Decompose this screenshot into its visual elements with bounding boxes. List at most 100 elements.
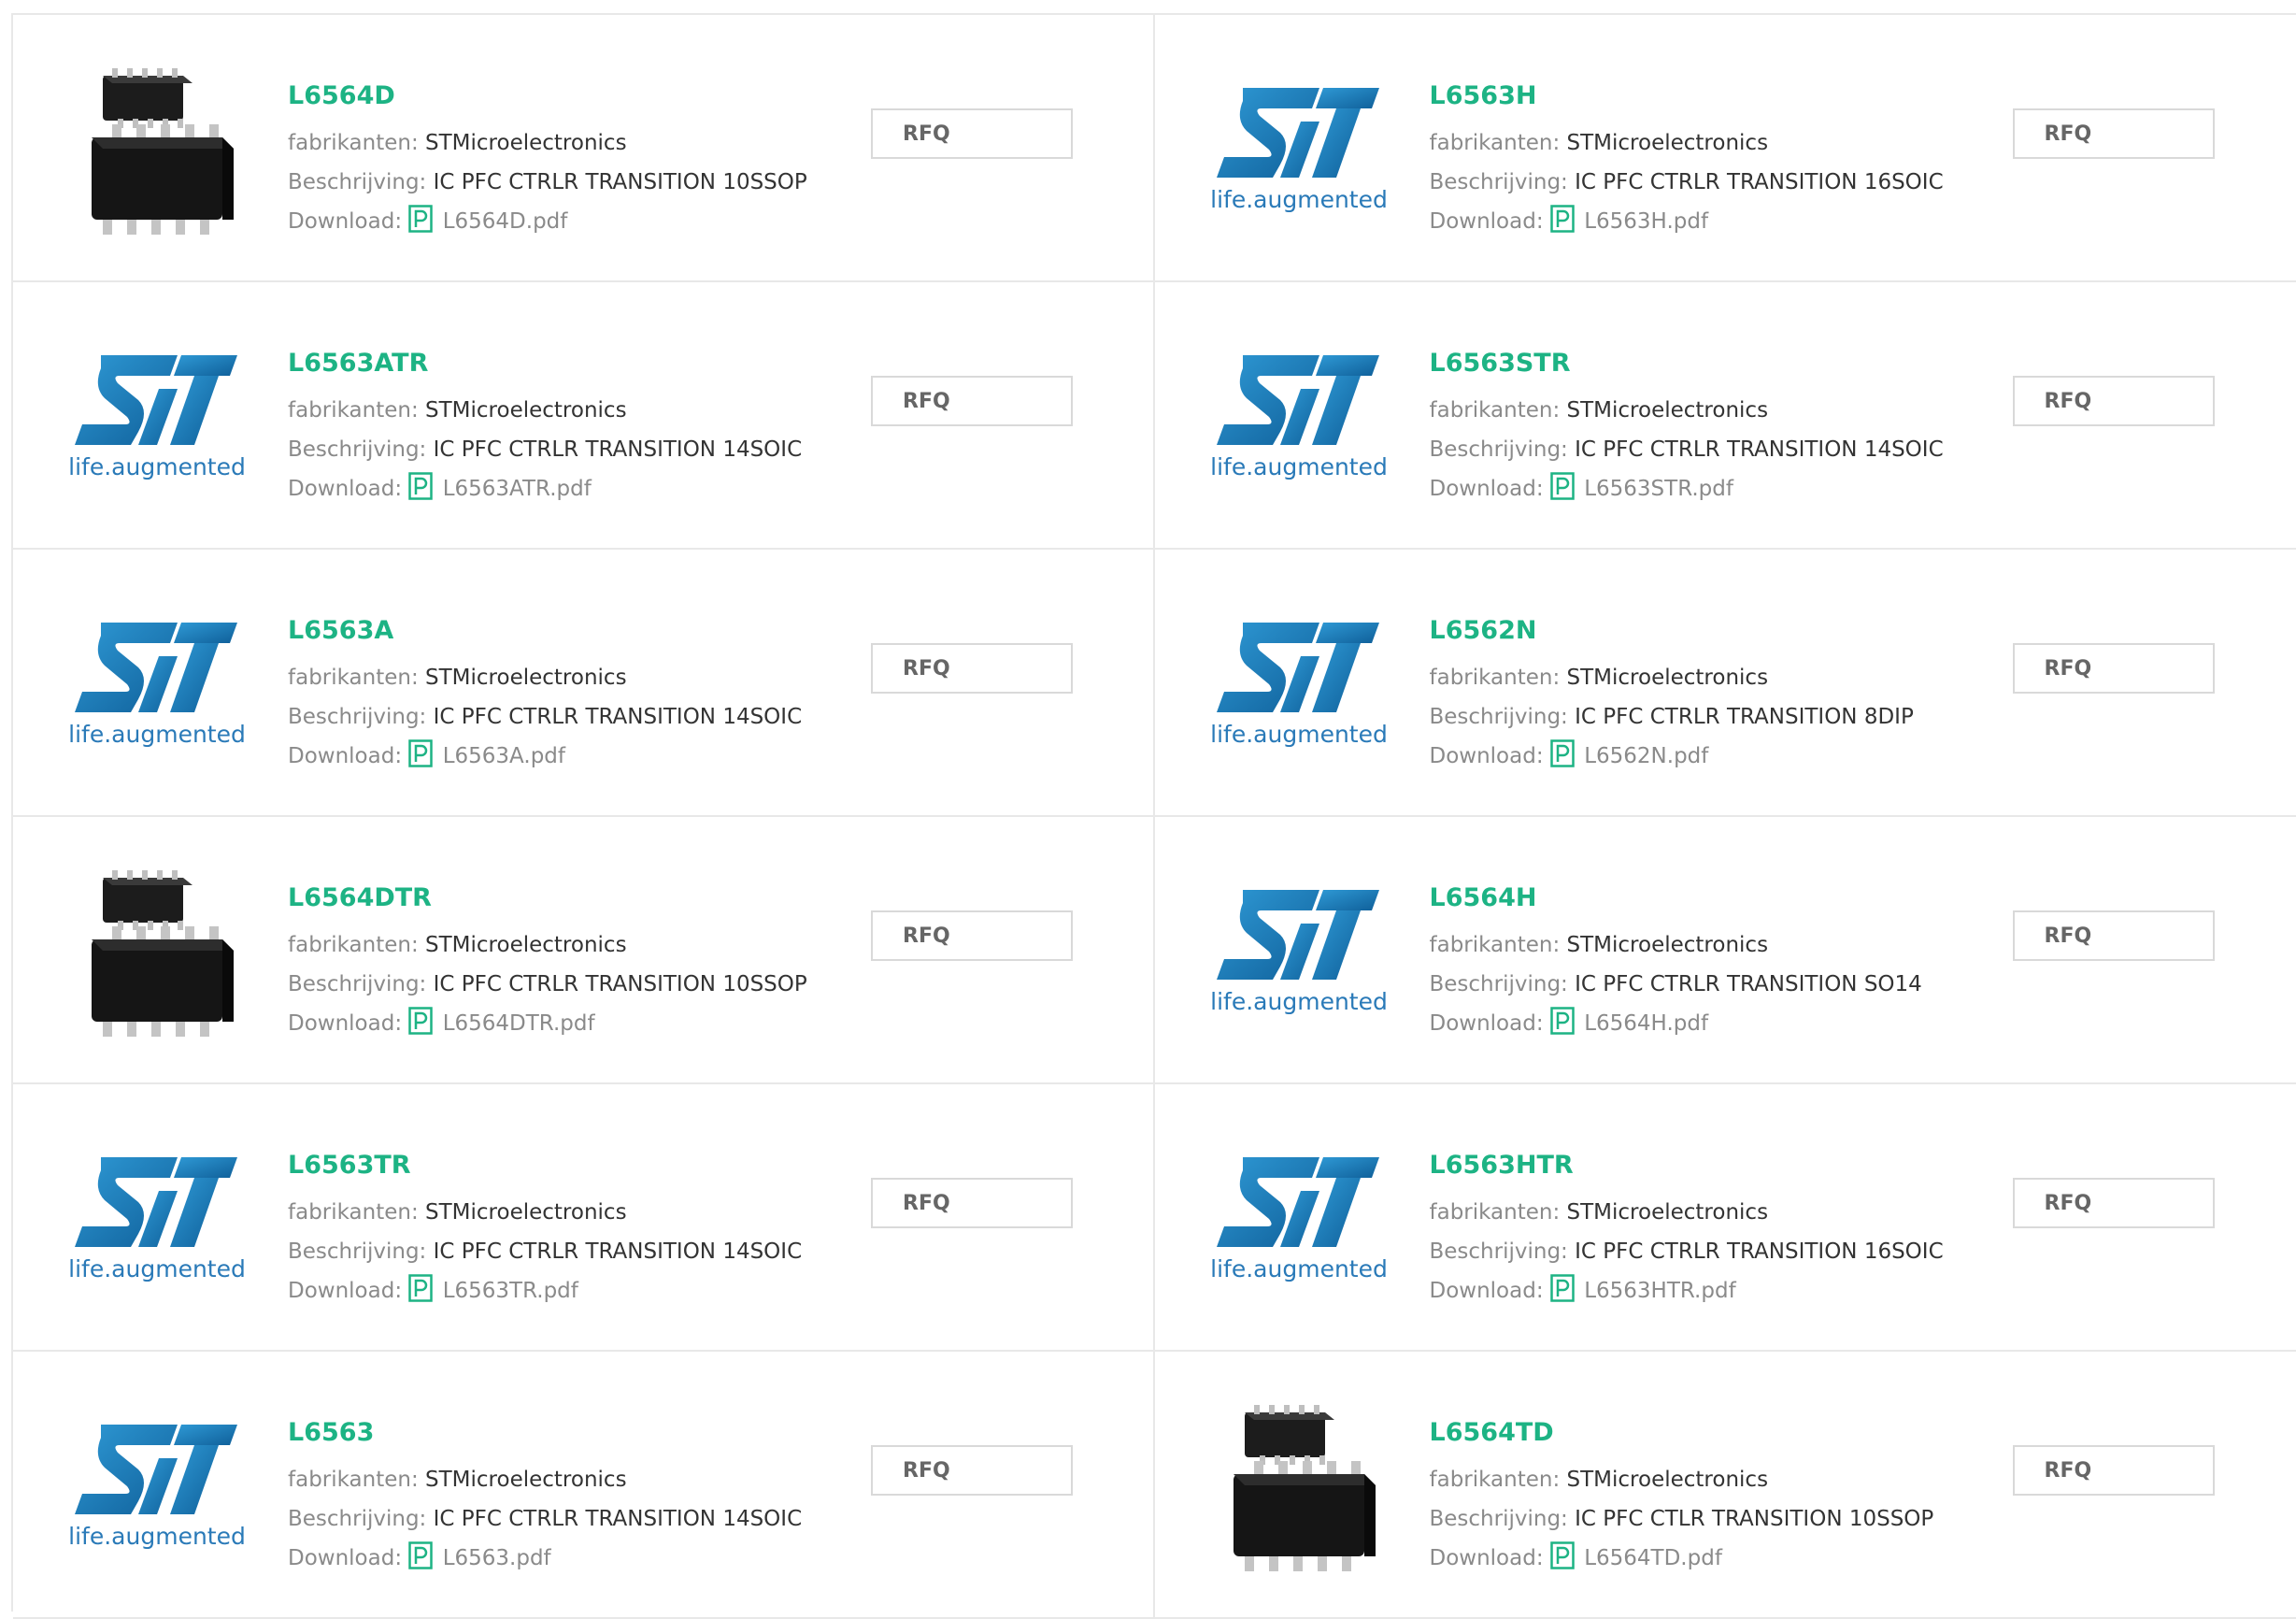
- datasheet-download-link[interactable]: L6563.pdf: [408, 1546, 550, 1570]
- product-card: L6564DTR fabrikanten: STMicroelectronics…: [13, 817, 1155, 1084]
- description-value: IC PFC CTRLR TRANSITION 16SOIC: [1575, 1239, 1944, 1264]
- rfq-button[interactable]: RFQ: [2013, 1178, 2215, 1228]
- datasheet-download-link[interactable]: L6563H.pdf: [1550, 209, 1708, 234]
- product-info: L6562N fabrikanten: STMicroelectronics B…: [1430, 613, 1914, 781]
- manufacturer-line: fabrikanten: STMicroelectronics: [1430, 1460, 1934, 1499]
- description-line: Beschrijving: IC PFC CTLR TRANSITION 10S…: [1430, 1499, 1934, 1539]
- product-image-link[interactable]: life.augmented: [60, 1387, 254, 1583]
- datasheet-download-link[interactable]: L6564DTR.pdf: [408, 1011, 594, 1036]
- part-number-link[interactable]: L6562N: [1430, 613, 1914, 649]
- rfq-button[interactable]: RFQ: [2013, 643, 2215, 694]
- rfq-button[interactable]: RFQ: [871, 1178, 1073, 1228]
- datasheet-download-link[interactable]: L6564H.pdf: [1550, 1011, 1708, 1036]
- product-image-link[interactable]: life.augmented: [60, 585, 254, 781]
- description-line: Beschrijving: IC PFC CTRLR TRANSITION SO…: [1430, 965, 1922, 1004]
- pdf-icon: [1550, 739, 1575, 781]
- description-value: IC PFC CTRLR TRANSITION 10SSOP: [434, 170, 807, 194]
- part-number-link[interactable]: L6563HTR: [1430, 1148, 1944, 1183]
- rfq-button[interactable]: RFQ: [871, 643, 1073, 694]
- description-value: IC PFC CTRLR TRANSITION 10SSOP: [434, 972, 807, 996]
- st-logo-icon: life.augmented: [64, 346, 250, 486]
- product-image-link[interactable]: life.augmented: [1202, 585, 1396, 781]
- rfq-button[interactable]: RFQ: [2013, 108, 2215, 159]
- product-image-link[interactable]: [60, 50, 254, 247]
- rfq-button[interactable]: RFQ: [2013, 376, 2215, 426]
- rfq-button[interactable]: RFQ: [2013, 910, 2215, 961]
- manufacturer-label: fabrikanten:: [1430, 1468, 1561, 1492]
- product-card: life.augmented L6563HTR fabrikanten: STM…: [1155, 1084, 2296, 1352]
- datasheet-download-link[interactable]: L6563STR.pdf: [1550, 477, 1733, 501]
- product-image-link[interactable]: life.augmented: [1202, 318, 1396, 514]
- part-number-link[interactable]: L6564H: [1430, 881, 1922, 916]
- st-logo-caption: life.augmented: [68, 453, 246, 480]
- st-logo-caption: life.augmented: [1210, 186, 1388, 213]
- product-row: life.augmented L6563A fabrikanten: STMic…: [13, 550, 2296, 817]
- st-logo-icon: life.augmented: [1205, 1148, 1392, 1288]
- part-number-link[interactable]: L6564TD: [1430, 1415, 1934, 1451]
- datasheet-download-link[interactable]: L6563TR.pdf: [408, 1279, 578, 1303]
- description-line: Beschrijving: IC PFC CTRLR TRANSITION 14…: [288, 1232, 802, 1271]
- description-value: IC PFC CTLR TRANSITION 10SSOP: [1575, 1507, 1933, 1531]
- manufacturer-label: fabrikanten:: [288, 1200, 419, 1225]
- manufacturer-label: fabrikanten:: [288, 666, 419, 690]
- datasheet-download-link[interactable]: L6564D.pdf: [408, 209, 567, 234]
- description-label: Beschrijving:: [288, 170, 426, 194]
- description-label: Beschrijving:: [288, 972, 426, 996]
- manufacturer-label: fabrikanten:: [1430, 398, 1561, 423]
- download-line: Download: L6563TR.pdf: [288, 1271, 802, 1315]
- datasheet-filename: L6563.pdf: [443, 1546, 551, 1570]
- part-number-link[interactable]: L6563STR: [1430, 346, 1944, 381]
- description-label: Beschrijving:: [1430, 972, 1568, 996]
- part-number-link[interactable]: L6564D: [288, 79, 807, 114]
- manufacturer-label: fabrikanten:: [1430, 1200, 1561, 1225]
- pdf-icon: [408, 472, 433, 513]
- product-image-link[interactable]: life.augmented: [1202, 50, 1396, 247]
- product-image-link[interactable]: life.augmented: [1202, 852, 1396, 1049]
- product-card: life.augmented L6563 fabrikanten: STMicr…: [13, 1352, 1155, 1619]
- pdf-icon: [408, 205, 433, 246]
- rfq-button[interactable]: RFQ: [871, 1445, 1073, 1496]
- product-info: L6563 fabrikanten: STMicroelectronics Be…: [288, 1415, 802, 1583]
- st-logo-icon: life.augmented: [1205, 346, 1392, 486]
- description-line: Beschrijving: IC PFC CTRLR TRANSITION 14…: [288, 697, 802, 737]
- rfq-button[interactable]: RFQ: [2013, 1445, 2215, 1496]
- manufacturer-line: fabrikanten: STMicroelectronics: [288, 1193, 802, 1232]
- part-number-link[interactable]: L6563ATR: [288, 346, 802, 381]
- manufacturer-label: fabrikanten:: [288, 398, 419, 423]
- product-image-link[interactable]: life.augmented: [1202, 1120, 1396, 1316]
- datasheet-download-link[interactable]: L6562N.pdf: [1550, 744, 1708, 768]
- product-card: life.augmented L6563ATR fabrikanten: STM…: [13, 282, 1155, 550]
- download-label: Download:: [288, 1546, 402, 1570]
- product-card: life.augmented L6562N fabrikanten: STMic…: [1155, 550, 2296, 817]
- datasheet-download-link[interactable]: L6563HTR.pdf: [1550, 1279, 1736, 1303]
- rfq-button[interactable]: RFQ: [871, 910, 1073, 961]
- part-number-link[interactable]: L6563: [288, 1415, 802, 1451]
- st-logo-caption: life.augmented: [68, 721, 246, 748]
- product-image-link[interactable]: life.augmented: [60, 1120, 254, 1316]
- st-logo-icon: life.augmented: [64, 1148, 250, 1288]
- product-image-link[interactable]: [1202, 1387, 1396, 1583]
- description-value: IC PFC CTRLR TRANSITION 14SOIC: [434, 1507, 803, 1531]
- manufacturer-line: fabrikanten: STMicroelectronics: [288, 658, 802, 697]
- product-card: life.augmented L6563STR fabrikanten: STM…: [1155, 282, 2296, 550]
- manufacturer-value: STMicroelectronics: [1567, 933, 1769, 957]
- product-image-link[interactable]: life.augmented: [60, 318, 254, 514]
- manufacturer-value: STMicroelectronics: [1567, 131, 1769, 155]
- product-card: L6564TD fabrikanten: STMicroelectronics …: [1155, 1352, 2296, 1619]
- datasheet-download-link[interactable]: L6564TD.pdf: [1550, 1546, 1722, 1570]
- datasheet-download-link[interactable]: L6563ATR.pdf: [408, 477, 591, 501]
- part-number-link[interactable]: L6563A: [288, 613, 802, 649]
- download-label: Download:: [1430, 209, 1544, 234]
- part-number-link[interactable]: L6563H: [1430, 79, 1944, 114]
- rfq-button[interactable]: RFQ: [871, 108, 1073, 159]
- part-number-link[interactable]: L6563TR: [288, 1148, 802, 1183]
- product-image-link[interactable]: [60, 852, 254, 1049]
- pdf-icon: [408, 1007, 433, 1048]
- rfq-button[interactable]: RFQ: [871, 376, 1073, 426]
- part-number-link[interactable]: L6564DTR: [288, 881, 807, 916]
- product-info: L6564H fabrikanten: STMicroelectronics B…: [1430, 881, 1922, 1048]
- manufacturer-value: STMicroelectronics: [1567, 398, 1769, 423]
- datasheet-download-link[interactable]: L6563A.pdf: [408, 744, 565, 768]
- description-line: Beschrijving: IC PFC CTRLR TRANSITION 16…: [1430, 1232, 1944, 1271]
- pdf-icon: [1550, 1541, 1575, 1583]
